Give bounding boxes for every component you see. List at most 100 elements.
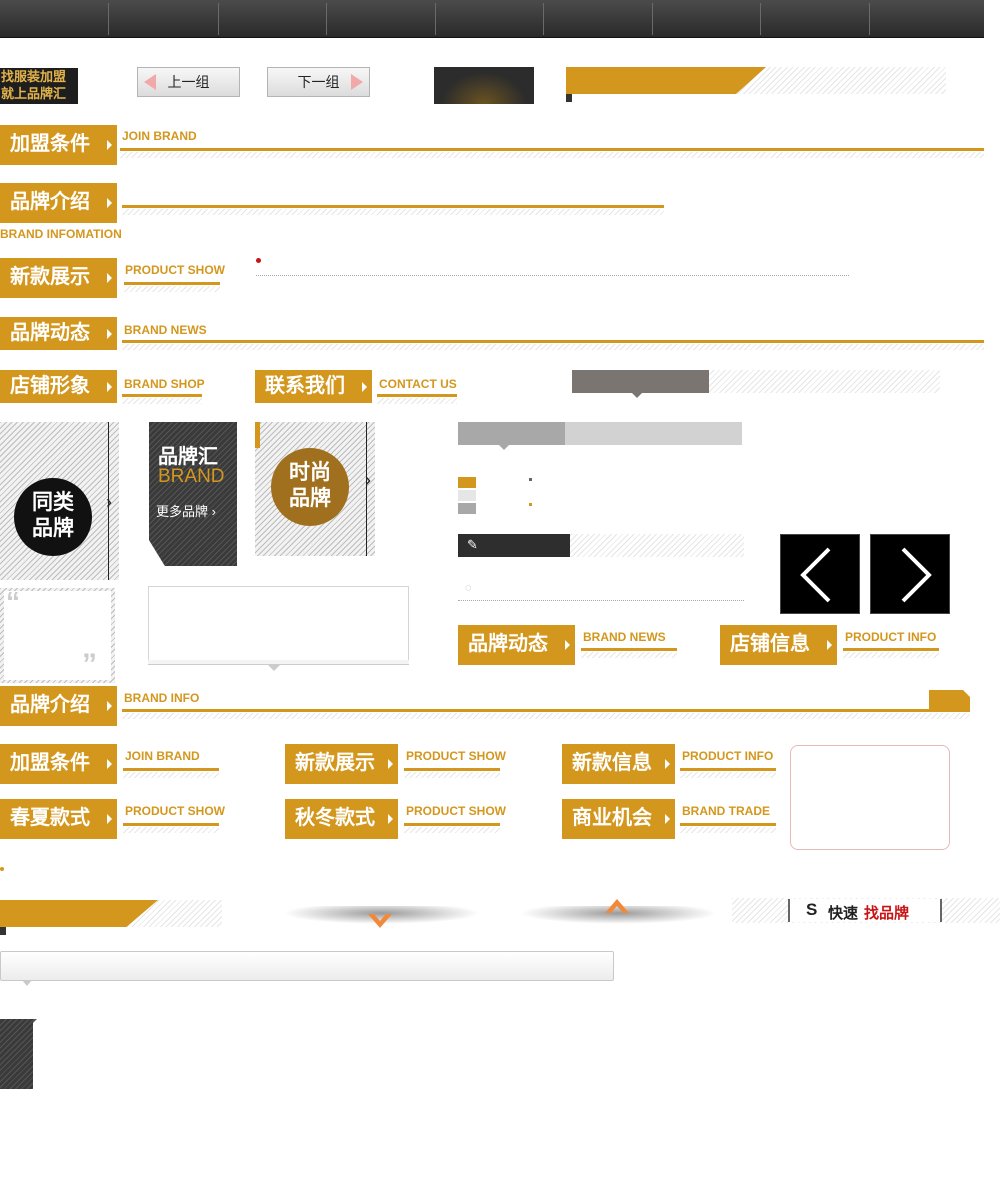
tab-pointer [632, 393, 642, 398]
chevron-right-icon [362, 382, 367, 392]
tile-similar-brand[interactable]: 同类 品牌 › [0, 422, 119, 580]
header-shop-en: BRAND SHOP [124, 377, 205, 391]
header-biz-label: 商业机会 [572, 807, 652, 829]
header-new-show-2[interactable]: 新款展示 [285, 744, 398, 784]
header-brand-news[interactable]: 品牌动态 [0, 317, 117, 350]
header-underline [124, 282, 220, 285]
header-underline-hatch [843, 652, 939, 658]
tile-brandhui[interactable]: 品牌汇 BRAND 更多品牌 › [149, 422, 237, 566]
header-autumn[interactable]: 秋冬款式 [285, 799, 398, 839]
more-tab[interactable] [929, 690, 970, 711]
header-underline [122, 394, 202, 397]
quick-find-highlight: 找品牌 [864, 905, 910, 922]
more-brands-label: 更多品牌 [156, 504, 209, 519]
bullet-dot [256, 258, 261, 263]
chevron-right-icon [901, 547, 932, 603]
header-new-show-2-label: 新款展示 [295, 752, 375, 774]
rounded-box [790, 745, 950, 850]
next-arrow-button[interactable] [870, 534, 950, 614]
gray-tab-active[interactable] [458, 422, 565, 445]
header-join-2-en: JOIN BRAND [125, 749, 200, 763]
tile-fashion-circle: 时尚 品牌 [271, 448, 349, 526]
header-underline-hatch [581, 652, 677, 658]
header-brand-intro[interactable]: 品牌介绍 [0, 183, 117, 223]
header-brand-news-en: BRAND NEWS [124, 323, 207, 337]
header-join-label: 加盟条件 [10, 133, 90, 155]
corner-fold [963, 690, 970, 697]
chevron-right-icon: › [365, 470, 371, 490]
tile-fashion-brand[interactable]: 时尚 品牌 › [255, 422, 375, 556]
header-spring[interactable]: 春夏款式 [0, 799, 117, 839]
tile-similar-line2: 品牌 [32, 517, 74, 540]
chevron-right-icon [107, 329, 112, 339]
prev-arrow-button[interactable] [780, 534, 860, 614]
header-brand-news-2[interactable]: 品牌动态 [458, 625, 575, 665]
chevron-right-icon [388, 814, 393, 824]
tile-fashion-line2: 品牌 [289, 487, 331, 510]
chevron-right-icon [107, 759, 112, 769]
edit-icon: ✎ [467, 537, 478, 552]
header-new-show-2-en: PRODUCT SHOW [406, 749, 506, 763]
header-new-show[interactable]: 新款展示 [0, 258, 117, 298]
chevron-right-icon [107, 382, 112, 392]
header-new-info[interactable]: 新款信息 [562, 744, 675, 784]
quote-box: “ ” [0, 586, 115, 683]
more-brands-link[interactable]: 更多品牌 › [156, 501, 216, 520]
top-nav-bar [0, 0, 984, 38]
next-group-button[interactable]: 下一组 [267, 67, 370, 97]
long-input-bar[interactable] [0, 951, 614, 981]
prev-group-button[interactable]: 上一组 [137, 67, 240, 97]
header-underline [404, 768, 500, 771]
close-quote-icon: ” [82, 648, 97, 681]
header-contact-en: CONTACT US [379, 377, 457, 391]
chevron-right-icon [565, 640, 570, 650]
header-underline-hatch [404, 827, 500, 833]
header-new-show-label: 新款展示 [10, 266, 90, 288]
header-brand-news-label: 品牌动态 [10, 322, 90, 344]
speech-box [148, 586, 409, 664]
prev-group-label: 上一组 [167, 74, 210, 90]
header-shop[interactable]: 店铺形象 [0, 370, 117, 403]
chevron-right-icon [107, 140, 112, 150]
header-brand-news-2-en: BRAND NEWS [583, 630, 666, 644]
header-underline-hatch [680, 827, 776, 833]
header-spring-en: PRODUCT SHOW [125, 804, 225, 818]
header-contact[interactable]: 联系我们 [255, 370, 372, 403]
header-new-info-label: 新款信息 [572, 752, 652, 774]
title-bar-gold [566, 67, 766, 94]
logo[interactable]: 找服装加盟 就上品牌汇 [0, 68, 78, 104]
header-biz[interactable]: 商业机会 [562, 799, 675, 839]
header-brand-info[interactable]: 品牌介绍 [0, 686, 117, 726]
tile-similar-line1: 同类 [32, 491, 74, 514]
nav-separator [760, 3, 761, 35]
header-join[interactable]: 加盟条件 [0, 125, 117, 165]
logo-line1: 找服装加盟 [1, 69, 67, 84]
header-join-2[interactable]: 加盟条件 [0, 744, 117, 784]
dark-side-block [0, 1019, 33, 1089]
header-underline-hatch [377, 398, 457, 404]
header-underline-hatch [124, 286, 220, 292]
dotted-divider [458, 600, 744, 601]
header-shop-info[interactable]: 店铺信息 [720, 625, 837, 665]
chevron-right-icon [827, 640, 832, 650]
header-underline [680, 823, 776, 826]
right-arrow-icon [351, 74, 363, 90]
dotted-divider [256, 275, 849, 276]
s-logo-icon: S [806, 900, 818, 919]
header-underline-hatch [123, 827, 219, 833]
quick-find-prefix: 快速 [828, 905, 859, 922]
header-brand-intro-label: 品牌介绍 [10, 191, 90, 213]
header-underline [404, 823, 500, 826]
quick-find-bar[interactable]: S 快速 找品牌 [732, 898, 1000, 923]
nav-separator [108, 3, 109, 35]
grey-tab-active[interactable] [572, 370, 709, 393]
header-underline-hatch [122, 713, 970, 719]
nav-separator [326, 3, 327, 35]
header-join-en: JOIN BRAND [122, 129, 197, 143]
nav-separator [652, 3, 653, 35]
message-bar-dark[interactable]: ✎ [458, 534, 570, 557]
header-underline-hatch [123, 772, 219, 778]
header-brand-intro-en: BRAND INFOMATION [0, 227, 122, 241]
header-underline [122, 205, 664, 208]
header-autumn-label: 秋冬款式 [295, 807, 375, 829]
